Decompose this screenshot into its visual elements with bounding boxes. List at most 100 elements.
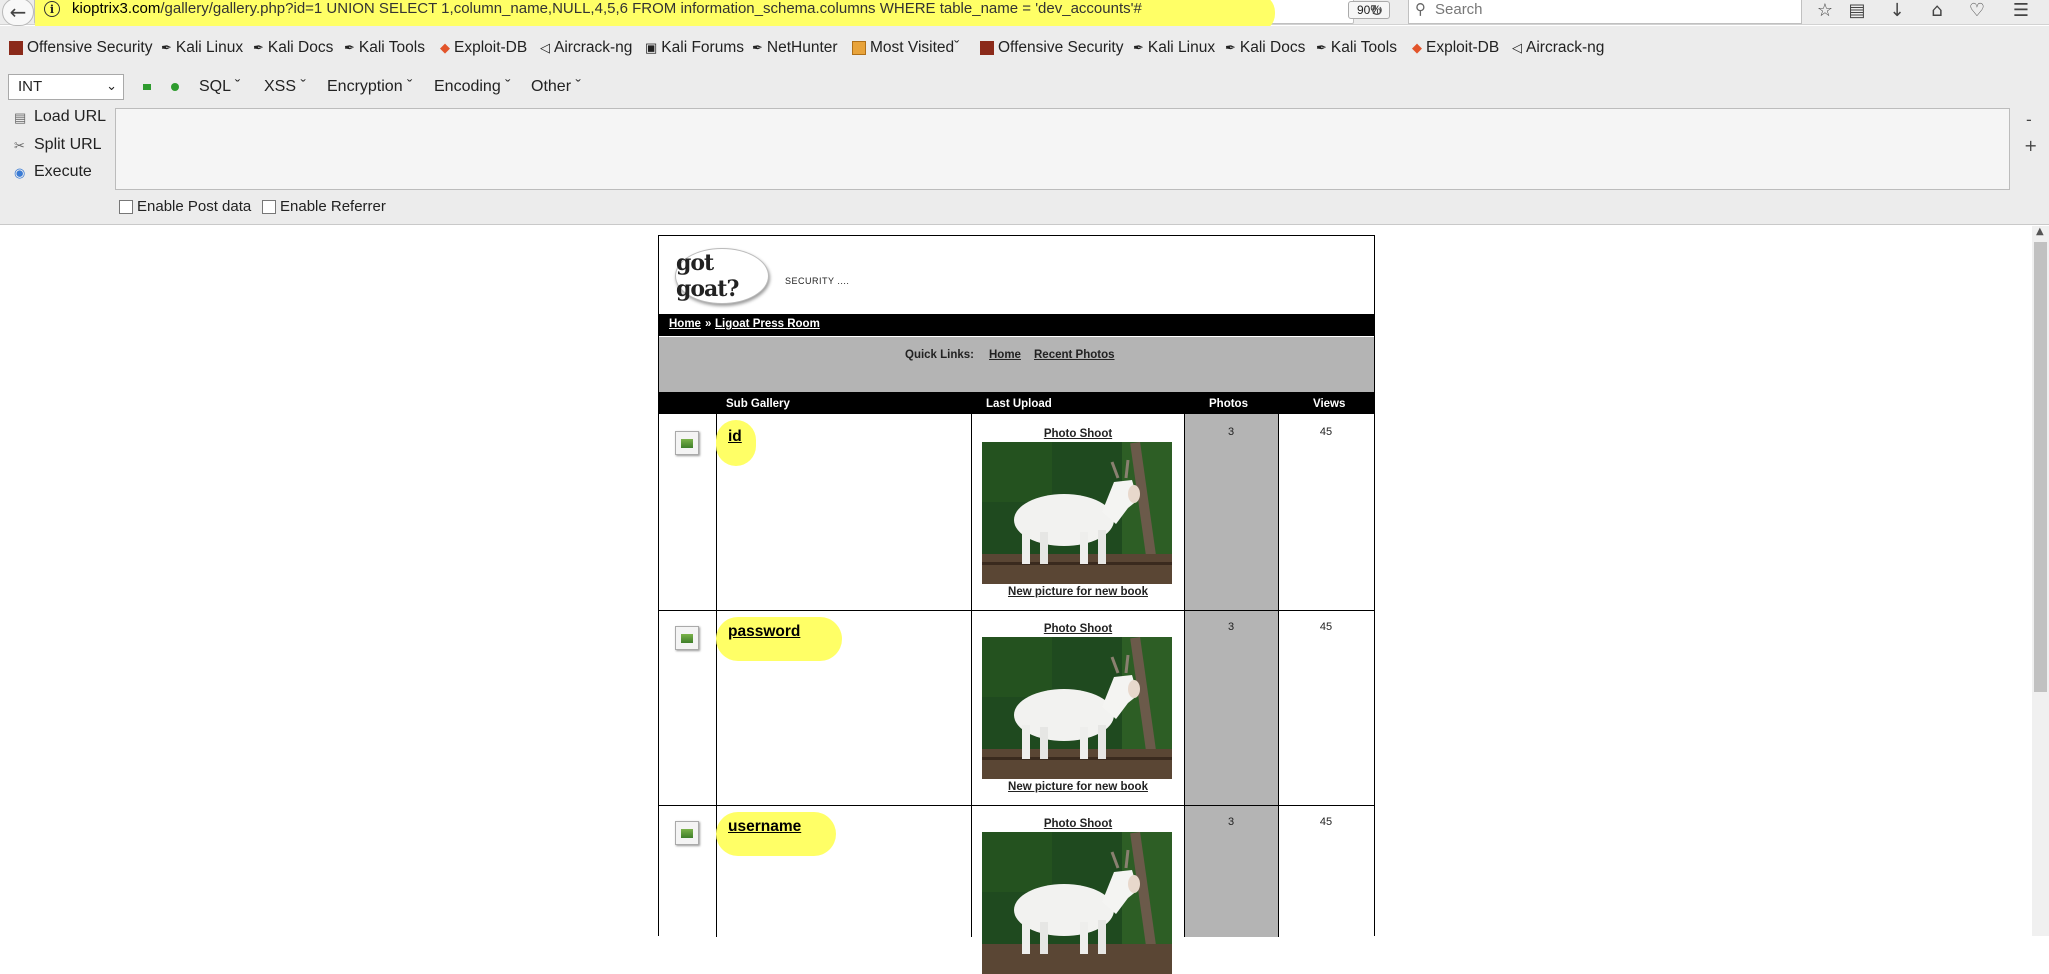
menu-encoding[interactable]: Encoding ˇ	[434, 78, 511, 96]
chevron-down-icon: ˇ	[571, 78, 581, 95]
load-url-icon: ▤	[14, 110, 27, 125]
views-count: 45	[1319, 621, 1333, 633]
bookmark-kali-docs[interactable]: ✒ Kali Docs	[253, 39, 333, 57]
bookmark-aircrack-ng[interactable]: ◁ Aircrack-ng	[540, 39, 632, 57]
decrease-icon[interactable]	[143, 84, 151, 90]
bookmark-aircrack-ng-2[interactable]: ◁ Aircrack-ng	[1512, 39, 1604, 57]
bookmark-kali-linux[interactable]: ✒ Kali Linux	[161, 39, 243, 57]
goat-photo[interactable]	[982, 442, 1172, 584]
shrink-button[interactable]: -	[2026, 110, 2032, 129]
gallery-table-header: Sub Gallery Last Upload Photos Views	[659, 394, 1374, 414]
url-bar[interactable]: i kioptrix3.com/gallery/gallery.php?id=1…	[34, 0, 1390, 32]
search-icon: ⚲	[1415, 0, 1426, 18]
sub-gallery-link[interactable]: username	[728, 818, 801, 836]
site-info-icon[interactable]: i	[44, 1, 60, 17]
zoom-indicator[interactable]: 90%	[1348, 1, 1390, 19]
menu-icon[interactable]: ☰	[2010, 0, 2032, 21]
kali-icon: ✒	[752, 40, 763, 55]
breadcrumb-separator: »	[705, 318, 712, 330]
expand-button[interactable]: +	[2024, 136, 2037, 155]
column-photos: Photos	[1209, 398, 1248, 410]
bookmark-kali-tools[interactable]: ✒ Kali Tools	[344, 39, 425, 57]
enable-post-checkbox[interactable]: Enable Post data	[119, 198, 251, 215]
offsec-icon	[980, 41, 994, 55]
back-button[interactable]: ←	[2, 0, 34, 26]
menu-sql[interactable]: SQL ˇ	[199, 78, 240, 96]
bookmark-kali-tools-2[interactable]: ✒ Kali Tools	[1316, 39, 1397, 57]
scrollbar-thumb[interactable]	[2034, 242, 2047, 692]
back-arrow-icon: ←	[9, 0, 27, 24]
home-icon[interactable]: ⌂	[1926, 0, 1948, 21]
upload-caption-link[interactable]: New picture for new book	[983, 586, 1173, 598]
search-input[interactable]: ⚲ Search	[1408, 0, 1802, 24]
goat-photo[interactable]	[982, 637, 1172, 779]
menu-xss[interactable]: XSS ˇ	[264, 78, 306, 96]
library-icon[interactable]: ▤	[1846, 0, 1868, 21]
column-divider	[1184, 414, 1185, 937]
split-url-icon: ✂	[14, 138, 25, 153]
quick-link-home[interactable]: Home	[989, 349, 1021, 361]
bookmarks-toolbar: Offensive Security ✒ Kali Linux ✒ Kali Doc…	[0, 26, 2049, 74]
download-icon[interactable]: ↓	[1886, 0, 1908, 21]
menu-encryption[interactable]: Encryption ˇ	[327, 78, 412, 96]
execute-button[interactable]: ◉ Execute	[14, 163, 92, 181]
hackbar-panel: INT ⌄ SQL ˇ XSS ˇ Encryption ˇ Encoding …	[0, 74, 2049, 225]
kali-icon: ✒	[1316, 40, 1327, 55]
bookmark-star-icon[interactable]: ☆	[1814, 0, 1836, 21]
checkbox-box	[262, 199, 276, 214]
column-sub-gallery: Sub Gallery	[726, 398, 790, 410]
chevron-down-icon: ⌄	[106, 78, 117, 93]
breadcrumb-home-link[interactable]: Home	[669, 318, 701, 330]
navigation-toolbar: ← i kioptrix3.com/gallery/gallery.php?id…	[0, 0, 2049, 32]
hackbar-url-textarea[interactable]	[115, 108, 2010, 190]
kali-forums-icon: ▣	[645, 40, 658, 55]
kali-icon: ✒	[253, 40, 264, 55]
split-url-button[interactable]: ✂ Split URL	[14, 136, 102, 154]
type-select[interactable]: INT ⌄	[8, 74, 124, 100]
bookmark-offensive-security[interactable]: Offensive Security	[9, 39, 153, 57]
enable-referrer-checkbox[interactable]: Enable Referrer	[262, 198, 386, 215]
load-url-button[interactable]: ▤ Load URL	[14, 108, 106, 126]
kali-icon: ✒	[161, 40, 172, 55]
gallery-thumbnail-icon[interactable]	[675, 626, 699, 650]
goat-photo[interactable]	[982, 832, 1172, 974]
bookmark-kali-docs-2[interactable]: ✒ Kali Docs	[1225, 39, 1305, 57]
kali-icon: ✒	[1133, 40, 1144, 55]
bookmark-exploit-db[interactable]: ◆ Exploit-DB	[440, 39, 527, 57]
quick-link-recent-photos[interactable]: Recent Photos	[1034, 349, 1115, 361]
upload-title-link[interactable]: Photo Shoot	[971, 623, 1185, 635]
sub-gallery-link[interactable]: password	[728, 623, 800, 641]
column-divider	[971, 414, 972, 937]
menu-other[interactable]: Other ˇ	[531, 78, 581, 96]
page-scrollbar[interactable]: ▲	[2032, 226, 2049, 936]
bookmark-exploit-db-2[interactable]: ◆ Exploit-DB	[1412, 39, 1499, 57]
reload-icon[interactable]: ↻	[1370, 1, 1383, 20]
bookmark-offensive-security-2[interactable]: Offensive Security	[980, 39, 1124, 57]
gallery-thumbnail-icon[interactable]	[675, 821, 699, 845]
photos-count: 3	[1227, 621, 1235, 633]
site-logo[interactable]: got goat?	[675, 248, 769, 304]
upload-caption-link[interactable]: New picture for new book	[983, 781, 1173, 793]
chevron-down-icon: ˇ	[402, 78, 413, 95]
bookmark-nethunter[interactable]: ✒ NetHunter	[752, 39, 838, 57]
column-last-upload: Last Upload	[986, 398, 1052, 410]
pocket-icon[interactable]: ♡	[1966, 0, 1988, 21]
chevron-down-icon: ˇ	[500, 78, 511, 95]
upload-title-link[interactable]: Photo Shoot	[971, 818, 1185, 830]
upload-title-link[interactable]: Photo Shoot	[971, 428, 1185, 440]
increase-icon[interactable]	[171, 83, 179, 91]
gallery-thumbnail-icon[interactable]	[675, 431, 699, 455]
bookmark-kali-forums[interactable]: ▣ Kali Forums	[645, 39, 744, 57]
aircrack-icon: ◁	[1512, 40, 1522, 55]
breadcrumb-current-link[interactable]: Ligoat Press Room	[715, 318, 820, 330]
sub-gallery-link[interactable]: id	[728, 428, 742, 446]
bookmark-most-visited[interactable]: Most Visited ˇ	[852, 39, 959, 57]
column-views: Views	[1313, 398, 1346, 410]
photos-count: 3	[1227, 816, 1235, 828]
bookmark-kali-linux-2[interactable]: ✒ Kali Linux	[1133, 39, 1215, 57]
folder-icon	[852, 41, 866, 55]
search-placeholder: Search	[1435, 1, 1483, 18]
url-text[interactable]: kioptrix3.com/gallery/gallery.php?id=1 U…	[72, 0, 1142, 17]
row-divider	[659, 805, 1374, 806]
scroll-up-icon[interactable]: ▲	[2036, 226, 2044, 237]
